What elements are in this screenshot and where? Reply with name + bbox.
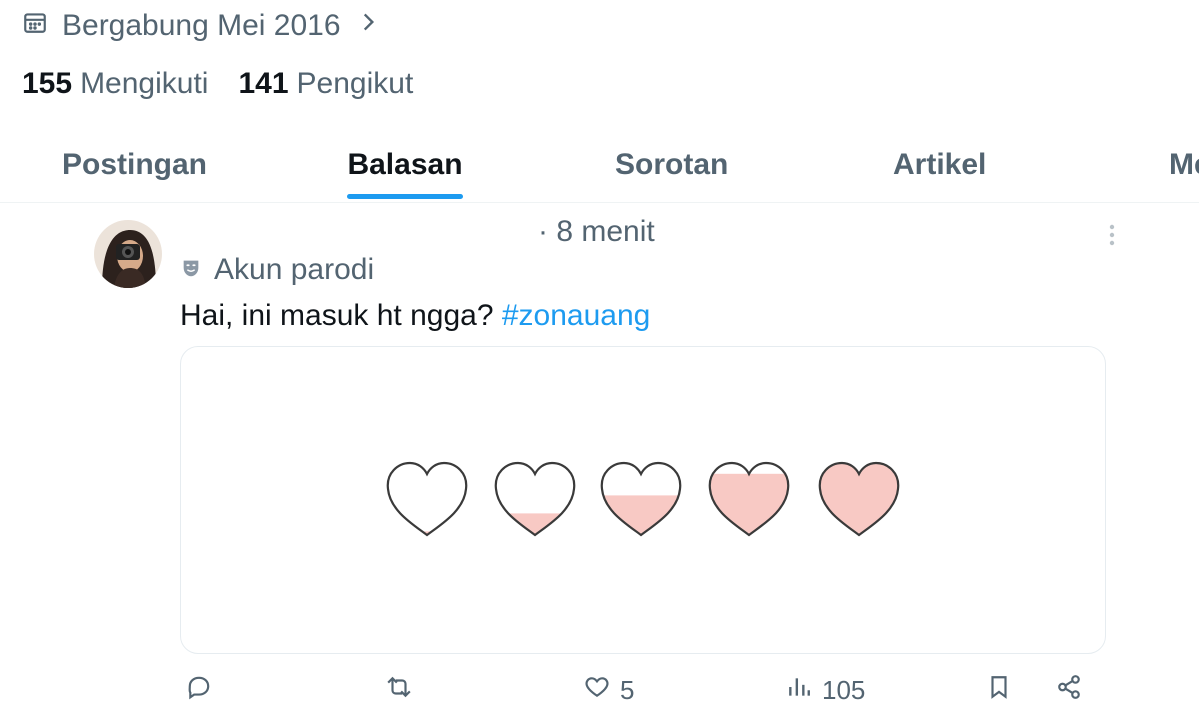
views-chart-icon (786, 674, 812, 707)
like-button[interactable]: 5 (584, 672, 634, 708)
like-count: 5 (620, 674, 635, 705)
tab-highlights[interactable]: Sorotan (615, 140, 728, 202)
following-count: 155 (22, 67, 73, 100)
tab-media[interactable]: Me (1169, 140, 1199, 202)
active-tab-indicator (347, 194, 463, 199)
followers-link[interactable]: 141 Pengikut (238, 67, 443, 101)
tab-label: Sorotan (615, 148, 729, 181)
followers-label: Pengikut (296, 67, 414, 100)
heart-fill (601, 495, 681, 535)
bookmark-button[interactable] (986, 672, 1012, 708)
post-text: Hai, ini masuk ht ngga? #zonauang (180, 298, 650, 334)
chevron-right-icon (355, 9, 381, 43)
views-count: 105 (822, 674, 866, 705)
heart-icon (818, 461, 900, 537)
retweet-button[interactable] (386, 672, 422, 708)
tab-label: Me (1169, 148, 1199, 181)
parody-account-label: Akun parodi (180, 252, 374, 288)
avatar[interactable] (94, 220, 162, 288)
following-label: Mengikuti (80, 67, 209, 100)
heart-icon (386, 461, 468, 537)
tab-replies[interactable]: Balasan (347, 140, 463, 202)
reply-icon (186, 674, 212, 707)
hashtag-link[interactable]: #zonauang (502, 299, 650, 332)
reply-button[interactable] (186, 672, 222, 708)
follow-counts: 155 Mengikuti 141 Pengikut (22, 66, 443, 102)
share-button[interactable] (1056, 672, 1082, 708)
theater-mask-icon (180, 253, 202, 287)
joined-text: Bergabung Mei 2016 (62, 9, 341, 42)
tab-posts[interactable]: Postingan (62, 140, 207, 202)
followers-count: 141 (238, 67, 289, 100)
tab-label: Postingan (62, 148, 208, 181)
parody-label-text: Akun parodi (214, 253, 375, 286)
heart-fill (495, 513, 575, 535)
tab-label: Balasan (347, 148, 463, 181)
tab-label: Artikel (893, 148, 987, 181)
more-options-icon[interactable] (1100, 222, 1124, 250)
post-timestamp[interactable]: · 8 menit (538, 214, 655, 250)
heart-fill (709, 473, 789, 535)
heart-icon (600, 461, 682, 537)
views-button[interactable]: 105 (786, 672, 865, 708)
bookmark-icon (986, 674, 1012, 707)
joined-date-row[interactable]: Bergabung Mei 2016 (22, 8, 381, 44)
calendar-icon (22, 9, 48, 43)
heart-icon (708, 461, 790, 537)
profile-tabs: Postingan Balasan Sorotan Artikel Me (0, 140, 1199, 203)
retweet-icon (386, 674, 412, 707)
post-body: Hai, ini masuk ht ngga? (180, 299, 494, 332)
share-icon (1056, 674, 1082, 707)
tab-articles[interactable]: Artikel (893, 140, 986, 202)
like-heart-icon (584, 674, 610, 707)
following-link[interactable]: 155 Mengikuti (22, 67, 238, 101)
heart-outline (386, 461, 468, 537)
heart-icon (494, 461, 576, 537)
